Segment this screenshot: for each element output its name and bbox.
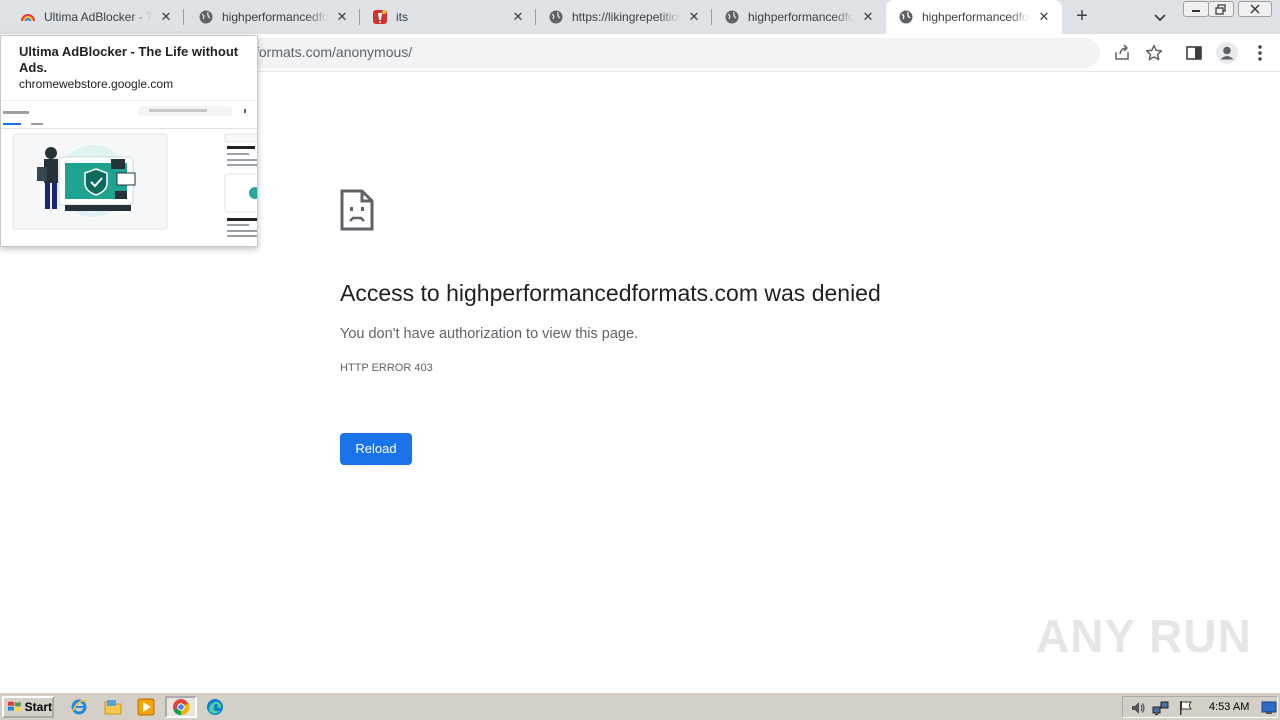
globe-icon [898,9,914,25]
hover-card-title: Ultima AdBlocker - The Life without Ads. [19,44,239,75]
page-thumbnail-image [1,101,257,246]
url-text[interactable]: formats.com/anonymous/ [255,44,412,60]
chrome-icon [173,699,190,716]
error-code: HTTP ERROR 403 [340,362,433,374]
tab-strip: Ultima AdBlocker - The Life without Ads.… [0,0,1280,34]
reload-button[interactable]: Reload [340,433,412,465]
folder-icon [104,700,122,715]
tab-title: Ultima AdBlocker - The Life without Ads. [44,10,152,24]
tab-title: highperformancedformats.com [922,10,1030,24]
side-panel-button[interactable] [1184,43,1204,63]
taskbar-clock: 4:53 AM [1209,701,1250,713]
close-icon [1250,4,1260,14]
restore-button[interactable] [1208,1,1234,17]
globe-icon [724,9,740,25]
menu-button[interactable] [1250,43,1270,63]
media-player-icon [137,698,155,716]
windows-taskbar: Start 4:53 AM [0,692,1280,720]
hover-card-domain: chromewebstore.google.com [19,77,174,91]
error-description: You don't have authorization to view thi… [340,326,639,342]
sad-page-icon [340,189,374,236]
star-icon [1145,44,1163,61]
edge-icon [207,699,223,715]
flag-icon[interactable] [1178,700,1194,716]
close-tab-icon[interactable]: ✕ [860,9,876,25]
network-icon[interactable] [1152,700,1170,716]
close-tab-icon[interactable]: ✕ [158,9,174,25]
tab-title: highperformancedformats.com [222,10,328,24]
minimize-icon [1192,10,1200,12]
system-tray: 4:53 AM [1122,696,1278,718]
tab-hover-card: Ultima AdBlocker - The Life without Ads.… [0,35,258,247]
taskbar-edge[interactable] [203,696,227,718]
close-tab-icon[interactable]: ✕ [334,9,350,25]
tab-title: https://likingrepetitious.com [572,10,680,24]
taskbar-chrome[interactable] [165,696,197,718]
globe-icon [548,9,564,25]
red-flame-icon [372,9,388,25]
close-window-button[interactable] [1238,1,1272,17]
new-tab-button[interactable]: + [1070,5,1094,29]
show-desktop-icon[interactable] [1261,701,1277,715]
tab-likingrepetitious[interactable]: https://likingrepetitious.com ✕ [536,0,712,34]
minimize-button[interactable] [1183,1,1209,17]
globe-icon [198,9,214,25]
start-label: Start [24,700,52,714]
taskbar-internet-explorer[interactable] [67,696,91,718]
restore-icon [1215,3,1226,15]
tab-highperformance-active[interactable]: highperformancedformats.com ✕ [886,0,1062,34]
tab-ultima-adblocker[interactable]: Ultima AdBlocker - The Life without Ads.… [0,0,184,34]
more-vert-icon [1258,45,1262,61]
share-icon [1115,44,1129,60]
chevron-down-icon [1154,14,1166,22]
bookmark-button[interactable] [1144,43,1164,63]
tab-title: its [396,10,408,24]
tab-search-button[interactable] [1150,7,1170,27]
share-button[interactable] [1112,43,1132,63]
tab-highperformance-1[interactable]: highperformancedformats.com ✕ [184,0,360,34]
hover-card-preview [1,100,257,246]
start-button[interactable]: Start [2,696,54,718]
tab-highperformance-2[interactable]: highperformancedformats.com ✕ [712,0,886,34]
rainbow-icon [20,9,36,25]
windows-logo-icon [7,701,21,712]
tab-title: highperformancedformats.com [748,10,854,24]
watermark-text: ANY RUN [1036,610,1252,662]
error-heading: Access to highperformancedformats.com wa… [340,280,881,306]
taskbar-file-explorer[interactable] [101,696,125,718]
close-tab-icon[interactable]: ✕ [510,9,526,25]
taskbar-media-player[interactable] [134,696,158,718]
close-tab-icon[interactable]: ✕ [686,9,702,25]
side-panel-icon [1186,46,1202,60]
close-tab-icon[interactable]: ✕ [1036,9,1052,25]
internet-explorer-icon [71,699,88,715]
volume-icon[interactable] [1130,700,1146,716]
anyrun-watermark: ANY RUN [1036,609,1252,663]
profile-button[interactable] [1215,41,1239,65]
avatar-icon [1216,42,1238,64]
tab-its[interactable]: its ✕ [360,0,536,34]
